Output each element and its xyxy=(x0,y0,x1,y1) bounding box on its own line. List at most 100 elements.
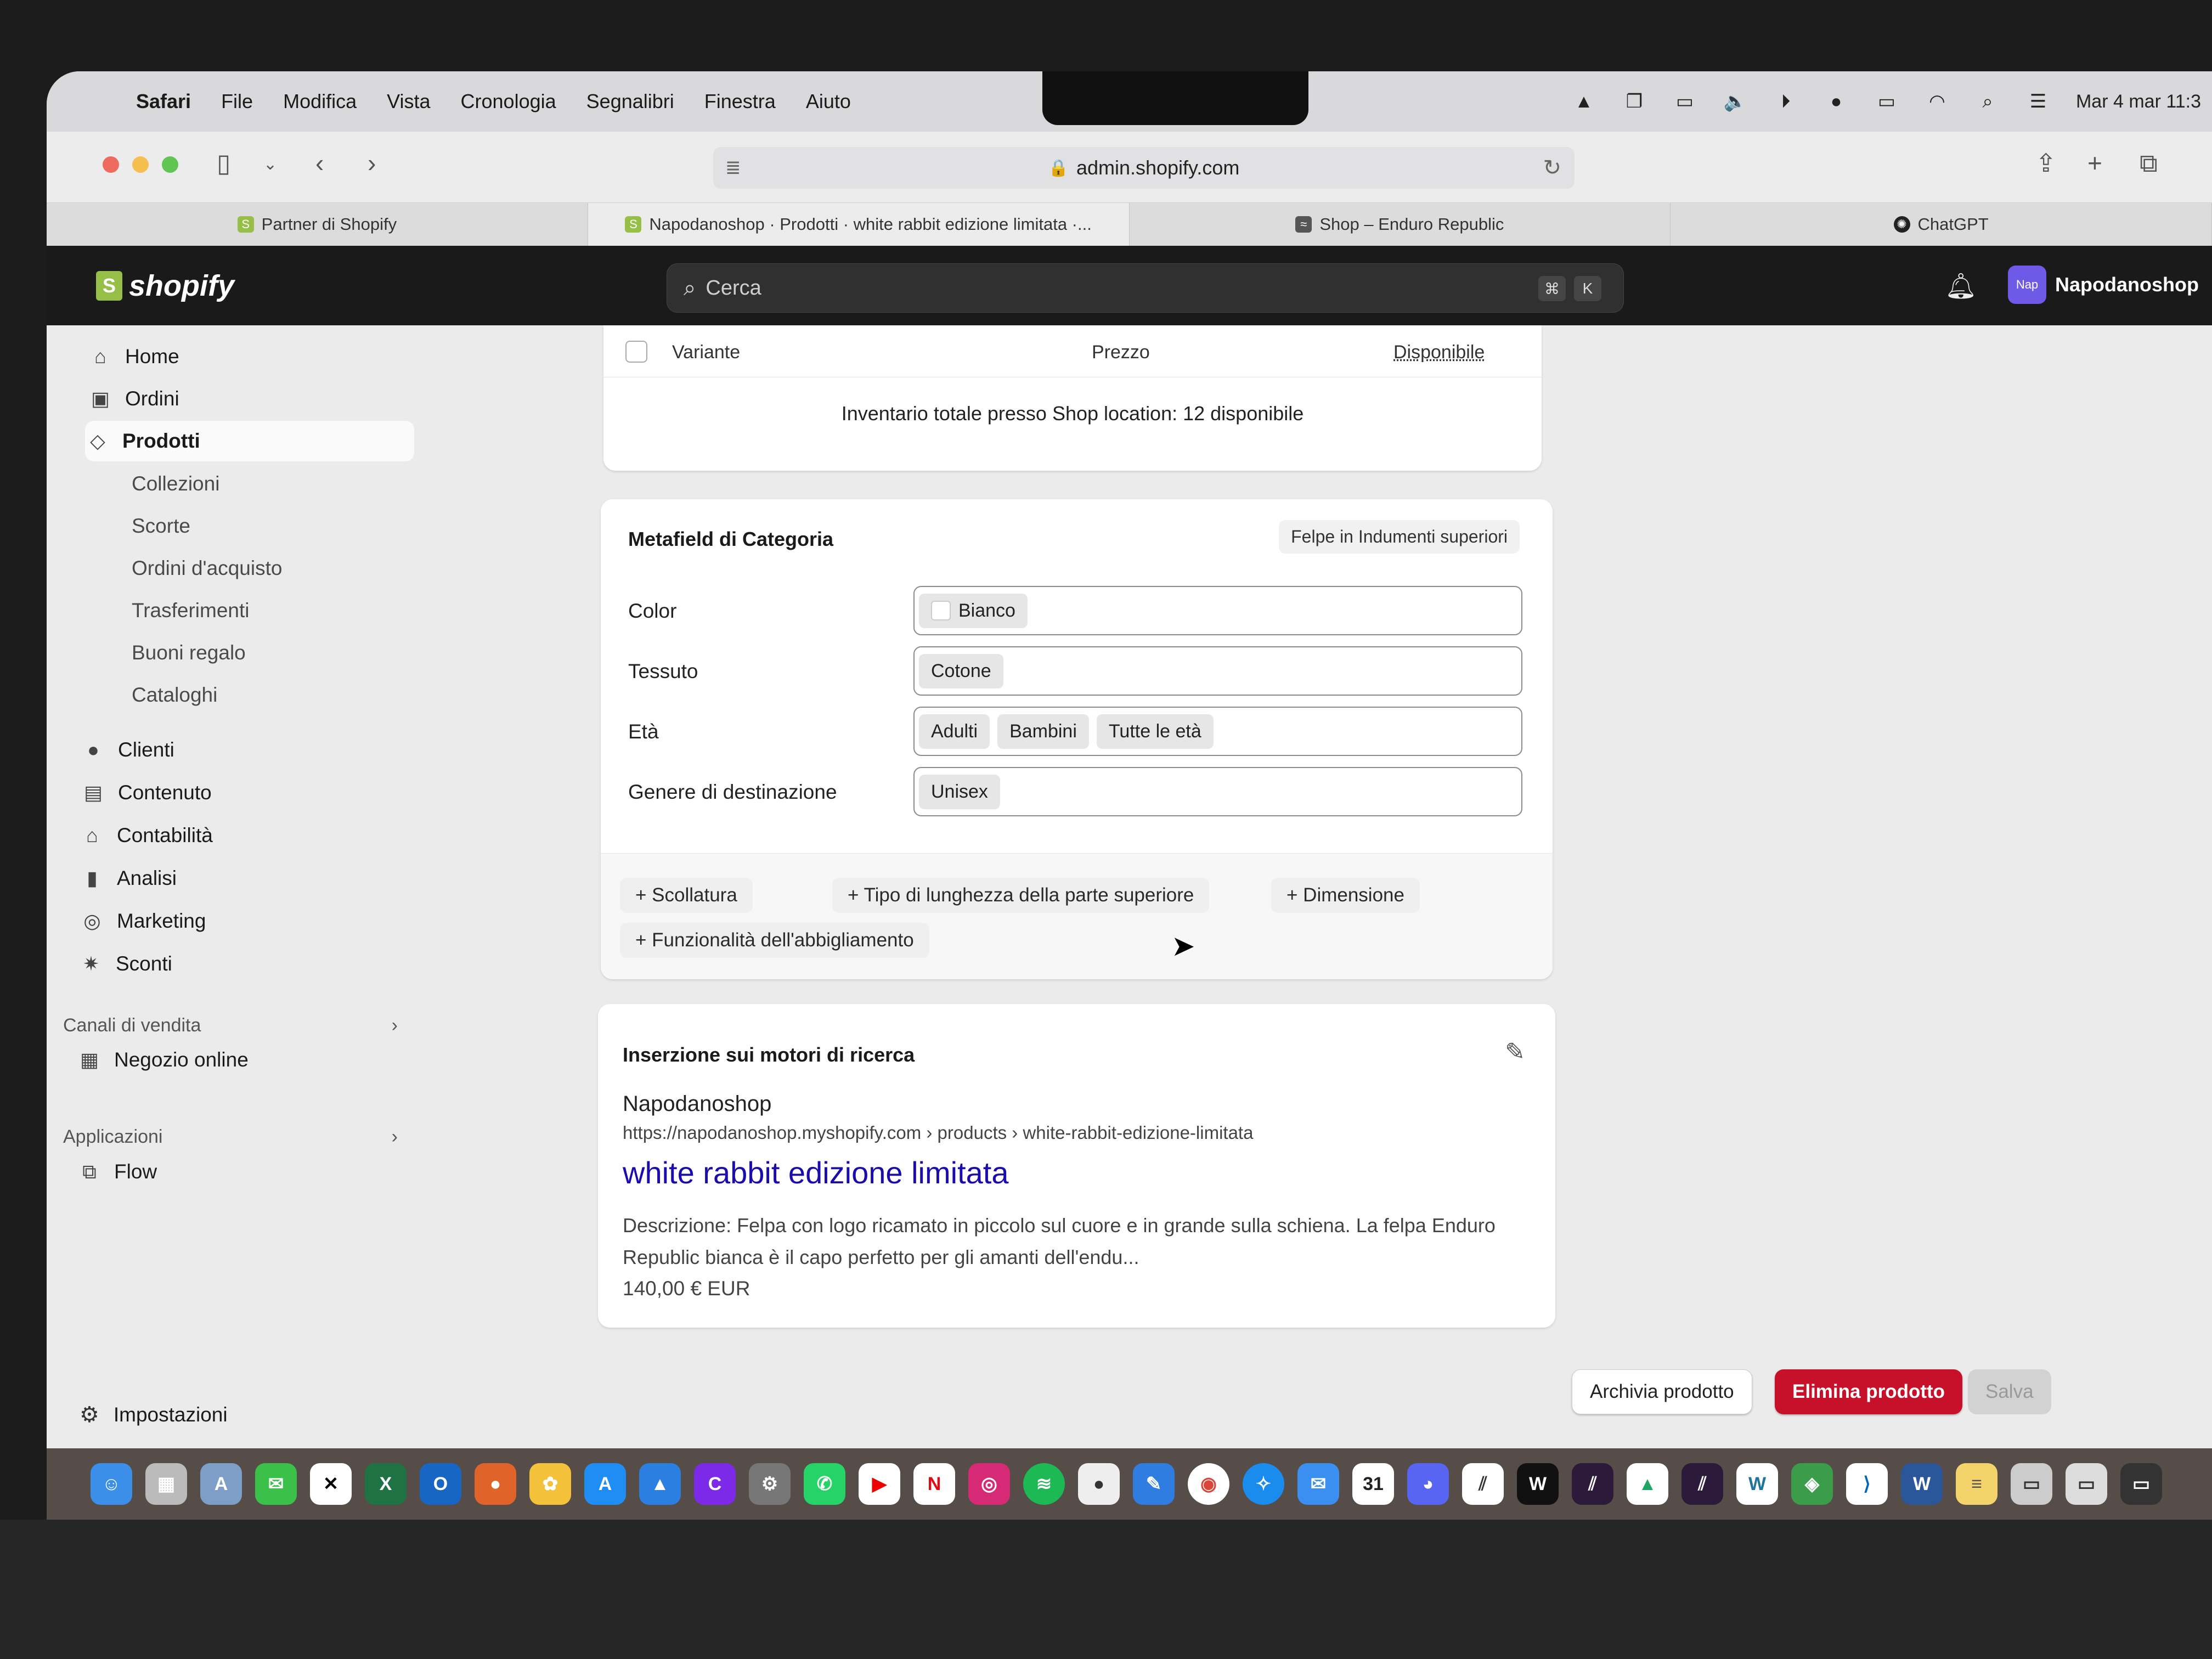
menu-view[interactable]: Vista xyxy=(387,90,430,113)
chevron-down-icon[interactable]: ⌄ xyxy=(263,155,277,174)
add-neckline-button[interactable]: + Scollatura xyxy=(620,878,753,913)
archive-product-button[interactable]: Archivia prodotto xyxy=(1572,1369,1752,1414)
tab-product[interactable]: S Napodanoshop · Prodotti · white rabbit… xyxy=(588,203,1130,246)
color-field[interactable]: Bianco xyxy=(913,586,1522,635)
play-icon[interactable]: ⏵ xyxy=(1773,91,1798,112)
color-chip[interactable]: Bianco xyxy=(919,593,1028,628)
save-button[interactable]: Salva xyxy=(1968,1369,2051,1414)
recent-file-icon[interactable]: ▭ xyxy=(2066,1463,2107,1505)
keynote-icon[interactable]: ▲ xyxy=(639,1463,681,1505)
sidebar-item-customers[interactable]: ● Clienti xyxy=(81,730,174,770)
age-chip-children[interactable]: Bambini xyxy=(997,714,1089,749)
display-icon[interactable]: ▭ xyxy=(1672,91,1697,112)
app-status-icon[interactable]: ▲ xyxy=(1571,91,1596,112)
reload-icon[interactable]: ↻ xyxy=(1543,155,1561,180)
sidebar-item-marketing[interactable]: ◎ Marketing xyxy=(80,901,206,941)
notion-icon[interactable]: ⫽ xyxy=(1462,1463,1504,1505)
sidebar-item-content[interactable]: ▤ Contenuto xyxy=(81,772,212,813)
menu-history[interactable]: Cronologia xyxy=(461,90,556,113)
gender-field[interactable]: Unisex xyxy=(913,767,1522,816)
calendar-icon[interactable]: 31 xyxy=(1352,1463,1394,1505)
age-chip-adults[interactable]: Adulti xyxy=(919,714,990,749)
chrome-icon[interactable]: ◉ xyxy=(1188,1463,1229,1505)
messages-icon[interactable]: ✉ xyxy=(255,1463,297,1505)
col-price[interactable]: Prezzo xyxy=(1092,342,1150,363)
sidebar-item-finances[interactable]: ⌂ Contabilità xyxy=(80,815,213,856)
sidebar-item-analytics[interactable]: ▮ Analisi xyxy=(80,858,177,899)
search-input[interactable]: ⌕ Cerca ⌘ K xyxy=(667,263,1624,313)
netflix-icon[interactable]: N xyxy=(913,1463,955,1505)
vscode-icon[interactable]: ⟩ xyxy=(1846,1463,1888,1505)
siri-icon[interactable]: ● xyxy=(1078,1463,1120,1505)
safari-icon[interactable]: ✧ xyxy=(1243,1463,1284,1505)
sidebar-item-purchase-orders[interactable]: Ordini d'acquisto xyxy=(132,548,282,589)
youtube-icon[interactable]: ▶ xyxy=(859,1463,900,1505)
sidebar-item-discounts[interactable]: ✷ Sconti xyxy=(78,944,172,984)
edit-pencil-icon[interactable]: ✎ xyxy=(1505,1038,1525,1066)
spotify-icon[interactable]: ≋ xyxy=(1023,1463,1065,1505)
capcut-icon[interactable]: ✕ xyxy=(310,1463,352,1505)
address-bar[interactable]: ≣ 🔒 admin.shopify.com ↻ xyxy=(713,147,1575,189)
shopify-logo[interactable]: S shopify xyxy=(96,269,234,303)
sidebar-item-products[interactable]: ◇ Prodotti xyxy=(85,421,414,461)
maps-icon[interactable]: A xyxy=(200,1463,242,1505)
user-icon[interactable]: ● xyxy=(1824,91,1849,112)
delete-product-button[interactable]: Elimina prodotto xyxy=(1775,1369,1963,1414)
select-all-checkbox[interactable] xyxy=(625,341,647,363)
volume-icon[interactable]: 🔈 xyxy=(1723,91,1748,112)
menu-edit[interactable]: Modifica xyxy=(283,90,357,113)
control-center-icon[interactable]: ☰ xyxy=(2025,91,2051,112)
wifi-icon[interactable]: ◠ xyxy=(1925,91,1950,112)
adobe-app-icon[interactable]: ⫽ xyxy=(1681,1463,1723,1505)
webex-icon[interactable]: W xyxy=(1517,1463,1559,1505)
outlook-icon[interactable]: O xyxy=(420,1463,461,1505)
sidebar-item-inventory[interactable]: Scorte xyxy=(132,506,190,546)
pages-icon[interactable]: ✎ xyxy=(1133,1463,1175,1505)
bell-icon[interactable]: 🔔︎ xyxy=(1945,271,1977,301)
add-clothing-features-button[interactable]: + Funzionalità dell'abbigliamento xyxy=(620,923,929,958)
fabric-chip[interactable]: Cotone xyxy=(919,653,1003,689)
menu-help[interactable]: Aiuto xyxy=(806,90,851,113)
page-menu-icon[interactable]: ≣ xyxy=(725,157,741,179)
tab-overview-icon[interactable]: ⧉ xyxy=(2140,148,2158,179)
photos-icon[interactable]: ✿ xyxy=(529,1463,571,1505)
sidebar-item-transfers[interactable]: Trasferimenti xyxy=(132,590,250,631)
notes-icon[interactable]: ≡ xyxy=(1956,1463,1997,1505)
canva-icon[interactable]: C xyxy=(694,1463,736,1505)
apps-header[interactable]: Applicazioni › xyxy=(63,1126,398,1148)
menu-bookmarks[interactable]: Segnalibri xyxy=(586,90,674,113)
gender-chip[interactable]: Unisex xyxy=(919,774,1000,809)
spotlight-icon[interactable]: ⌕ xyxy=(1975,91,2000,112)
minimize-window-button[interactable] xyxy=(132,156,149,173)
close-window-button[interactable] xyxy=(103,156,119,173)
preview-icon[interactable]: ▭ xyxy=(2011,1463,2052,1505)
firefox-icon[interactable]: ● xyxy=(475,1463,516,1505)
mail-icon[interactable]: ✉ xyxy=(1297,1463,1339,1505)
system-settings-icon[interactable]: ⚙ xyxy=(749,1463,791,1505)
sidebar-item-online-store[interactable]: ▦ Negozio online xyxy=(77,1040,249,1080)
seo-page-title[interactable]: white rabbit edizione limitata xyxy=(623,1155,1008,1190)
launchpad-icon[interactable]: ▦ xyxy=(145,1463,187,1505)
app-store-icon[interactable]: A xyxy=(584,1463,626,1505)
age-chip-all[interactable]: Tutte le età xyxy=(1096,714,1214,749)
menu-window[interactable]: Finestra xyxy=(704,90,776,113)
clock[interactable]: Mar 4 mar 11:3 xyxy=(2076,91,2201,112)
tab-chatgpt[interactable]: ✺ ChatGPT xyxy=(1671,203,2212,246)
sales-channels-header[interactable]: Canali di vendita › xyxy=(63,1015,398,1036)
sidebar-toggle-icon[interactable]: ▯ xyxy=(217,148,230,178)
col-variant[interactable]: Variante xyxy=(672,342,740,363)
sidebar-item-flow[interactable]: ⧉ Flow xyxy=(77,1152,157,1192)
add-top-length-button[interactable]: + Tipo di lunghezza della parte superior… xyxy=(832,878,1210,913)
premiere-icon[interactable]: ⫽ xyxy=(1572,1463,1613,1505)
share-icon[interactable]: ⇪ xyxy=(2035,148,2057,178)
sidebar-item-collections[interactable]: Collezioni xyxy=(132,464,219,504)
menu-file[interactable]: File xyxy=(221,90,253,113)
category-badge[interactable]: Felpe in Indumenti superiori xyxy=(1279,520,1520,554)
windows-icon[interactable]: ❐ xyxy=(1622,91,1647,112)
add-size-button[interactable]: + Dimensione xyxy=(1271,878,1420,913)
col-available[interactable]: Disponibile xyxy=(1393,342,1485,363)
back-icon[interactable]: ‹ xyxy=(315,148,324,178)
sidebar-item-gift-cards[interactable]: Buoni regalo xyxy=(132,633,246,673)
tab-shopify-partners[interactable]: S Partner di Shopify xyxy=(47,203,588,246)
menu-app-name[interactable]: Safari xyxy=(136,90,191,113)
